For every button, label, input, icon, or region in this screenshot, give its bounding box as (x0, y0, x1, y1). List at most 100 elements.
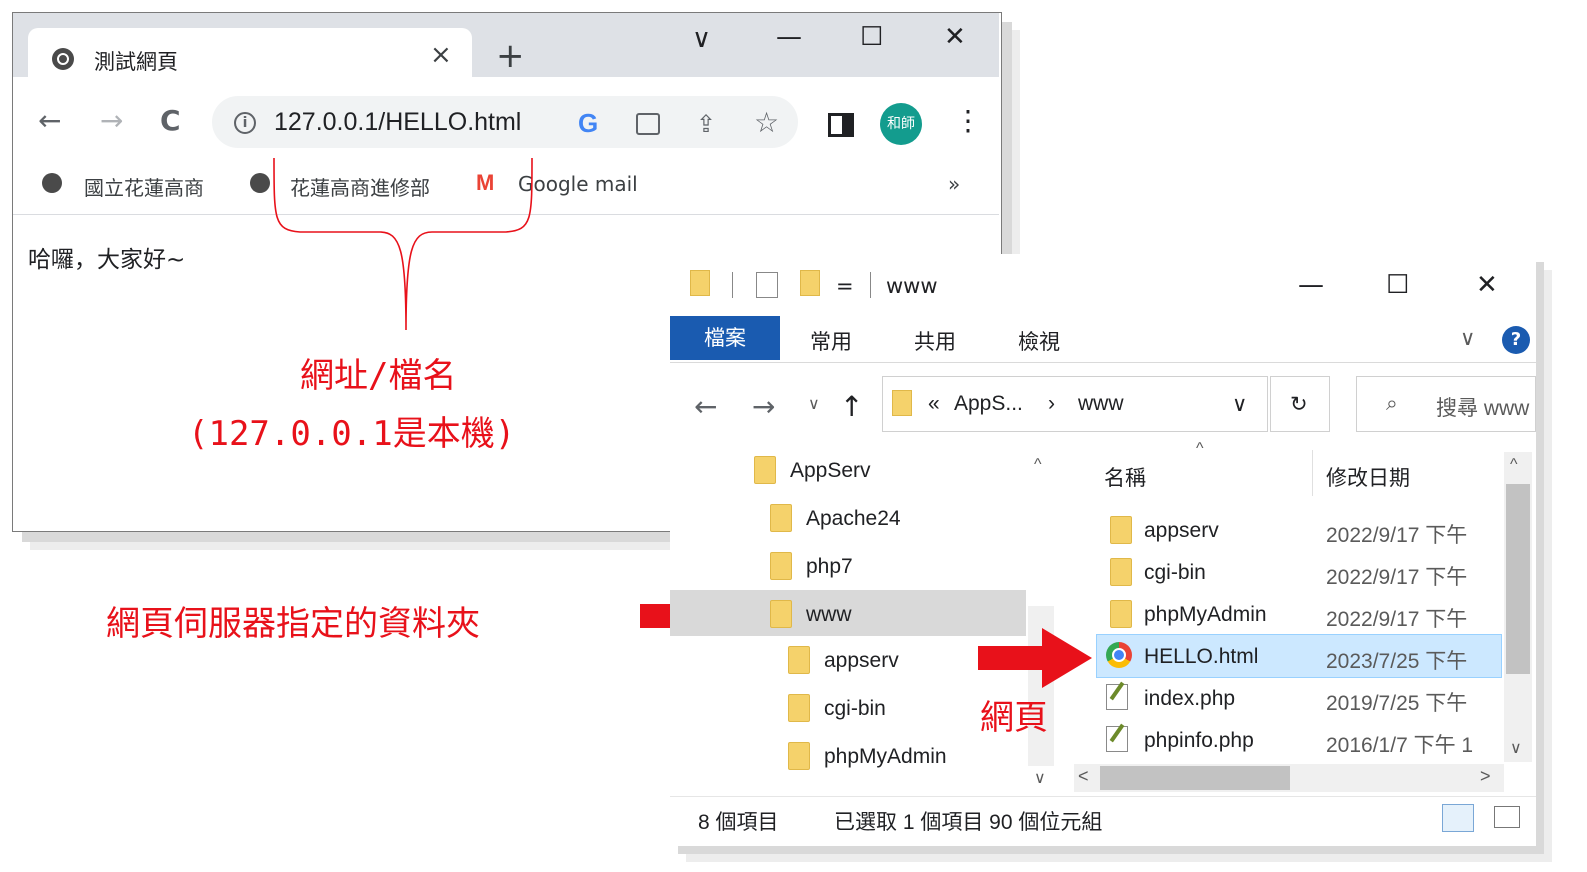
file-name[interactable]: index.php (1144, 687, 1235, 711)
address-bar[interactable] (882, 376, 1268, 432)
tree-item[interactable]: phpMyAdmin (824, 745, 947, 769)
breadcrumb-item[interactable]: www (1078, 392, 1124, 416)
folder-icon (788, 694, 810, 722)
status-selection: 已選取 1 個項目 90 個位元組 (834, 811, 1103, 834)
ribbon-expand-button[interactable]: ∨ (1460, 326, 1475, 351)
profile-avatar[interactable]: 和師 (880, 103, 922, 145)
file-date: 2016/1/7 下午 1 (1326, 734, 1474, 757)
status-bar (670, 796, 1536, 843)
url-text[interactable]: 127.0.0.1/HELLO.html (274, 108, 521, 137)
arrow-icon (978, 628, 1092, 688)
chrome-icon (1106, 642, 1132, 668)
page-body-text: 哈囉，大家好~ (28, 247, 186, 273)
properties-icon[interactable] (756, 272, 778, 298)
hscroll-right[interactable]: > (1480, 766, 1491, 787)
tree-scroll-down[interactable]: ∨ (1034, 768, 1046, 788)
folder-icon (770, 552, 792, 580)
file-date: 2019/7/25 下午 (1326, 692, 1468, 715)
folder-icon (1110, 600, 1132, 628)
search-input[interactable]: 搜尋 www (1436, 392, 1532, 422)
tree-item-selected[interactable]: www (806, 603, 852, 627)
back-button[interactable]: ← (38, 104, 61, 137)
breadcrumb-separator[interactable]: › (1048, 392, 1055, 416)
tree-item[interactable]: appserv (824, 649, 899, 673)
details-view-icon[interactable] (1442, 804, 1474, 832)
folder-icon (754, 456, 776, 484)
globe-icon (42, 173, 62, 193)
file-date: 2022/9/17 下午 (1326, 566, 1468, 589)
folder-icon (690, 270, 710, 296)
close-button[interactable]: ✕ (1476, 270, 1498, 300)
ribbon-tab-view[interactable]: 檢視 (1018, 326, 1060, 356)
file-name[interactable]: phpinfo.php (1144, 729, 1254, 753)
google-lens-icon[interactable]: G (578, 108, 598, 139)
new-tab-button[interactable]: + (496, 36, 525, 76)
tree-item[interactable]: Apache24 (806, 507, 901, 531)
back-button[interactable]: ← (694, 390, 717, 423)
vscroll-thumb[interactable] (1506, 484, 1530, 674)
qat-dropdown[interactable]: = (836, 274, 854, 298)
bookmarks-more-button[interactable]: » (948, 172, 960, 196)
tree-item[interactable]: AppServ (790, 459, 871, 483)
folder-icon (892, 390, 912, 416)
folder-icon (770, 600, 792, 628)
folder-icon (1110, 558, 1132, 586)
php-file-icon (1106, 684, 1128, 710)
vscroll-down[interactable]: ∨ (1510, 738, 1522, 758)
site-info-icon[interactable]: i (234, 112, 256, 134)
column-header-modified[interactable]: 修改日期 (1326, 462, 1410, 492)
breadcrumb-prefix[interactable]: « (928, 392, 940, 416)
minimize-button[interactable]: — (776, 22, 802, 52)
file-name[interactable]: appserv (1144, 519, 1219, 543)
divider[interactable] (1312, 450, 1313, 496)
close-button[interactable]: ✕ (944, 22, 966, 52)
php-file-icon (1106, 726, 1128, 752)
reload-button[interactable]: C (160, 104, 181, 137)
tab-search-button[interactable]: ∨ (692, 24, 711, 54)
divider (670, 362, 1536, 363)
ribbon-tab-file[interactable]: 檔案 (670, 316, 780, 360)
tree-item[interactable]: php7 (806, 555, 853, 579)
divider (732, 272, 733, 298)
file-name[interactable]: cgi-bin (1144, 561, 1206, 585)
hscroll-left[interactable]: < (1078, 766, 1089, 787)
share-icon[interactable]: ⇪ (696, 110, 716, 138)
forward-button[interactable]: → (752, 390, 775, 423)
tree-scroll-up[interactable]: ^ (1034, 456, 1042, 474)
tab-close-button[interactable]: × (430, 40, 452, 70)
folder-annotation: 網頁伺服器指定的資料夾 (106, 604, 480, 644)
folder-icon (1110, 516, 1132, 544)
hscroll-thumb[interactable] (1100, 766, 1290, 790)
bookmark-item[interactable]: 國立花蓮高商 (84, 172, 204, 201)
bookmark-star-icon[interactable]: ☆ (754, 106, 779, 139)
refresh-icon: ↻ (1290, 393, 1308, 416)
url-annotation-line2: (127.0.0.1是本機) (188, 414, 516, 454)
translate-icon[interactable] (636, 113, 660, 135)
maximize-button[interactable]: ☐ (1386, 270, 1409, 300)
folder-icon (770, 504, 792, 532)
window-title: www (886, 274, 938, 298)
url-brace-annotation (273, 157, 533, 331)
maximize-button[interactable]: ☐ (860, 22, 883, 52)
search-icon: ⌕ (1386, 392, 1398, 415)
up-button[interactable]: ↑ (840, 390, 863, 423)
minimize-button[interactable]: — (1298, 270, 1324, 300)
new-folder-icon[interactable] (800, 270, 820, 296)
vscroll-up[interactable]: ^ (1510, 456, 1518, 474)
large-icons-view-icon[interactable] (1494, 806, 1520, 828)
breadcrumb-item[interactable]: AppS... (954, 392, 1023, 416)
forward-button[interactable]: → (100, 104, 123, 137)
file-name[interactable]: HELLO.html (1144, 645, 1258, 669)
divider (870, 272, 871, 298)
ribbon-tab-home[interactable]: 常用 (810, 326, 852, 356)
menu-icon[interactable]: ⋮ (954, 104, 982, 137)
help-icon[interactable]: ? (1502, 326, 1530, 354)
url-annotation-line1: 網址/檔名 (300, 356, 457, 396)
file-name[interactable]: phpMyAdmin (1144, 603, 1267, 627)
ribbon-tab-share[interactable]: 共用 (914, 326, 956, 356)
recent-locations-button[interactable]: ∨ (808, 394, 820, 414)
address-dropdown[interactable]: ∨ (1232, 392, 1247, 417)
side-panel-icon[interactable] (828, 113, 854, 137)
tree-item[interactable]: cgi-bin (824, 697, 886, 721)
column-header-name[interactable]: 名稱 (1104, 462, 1146, 492)
